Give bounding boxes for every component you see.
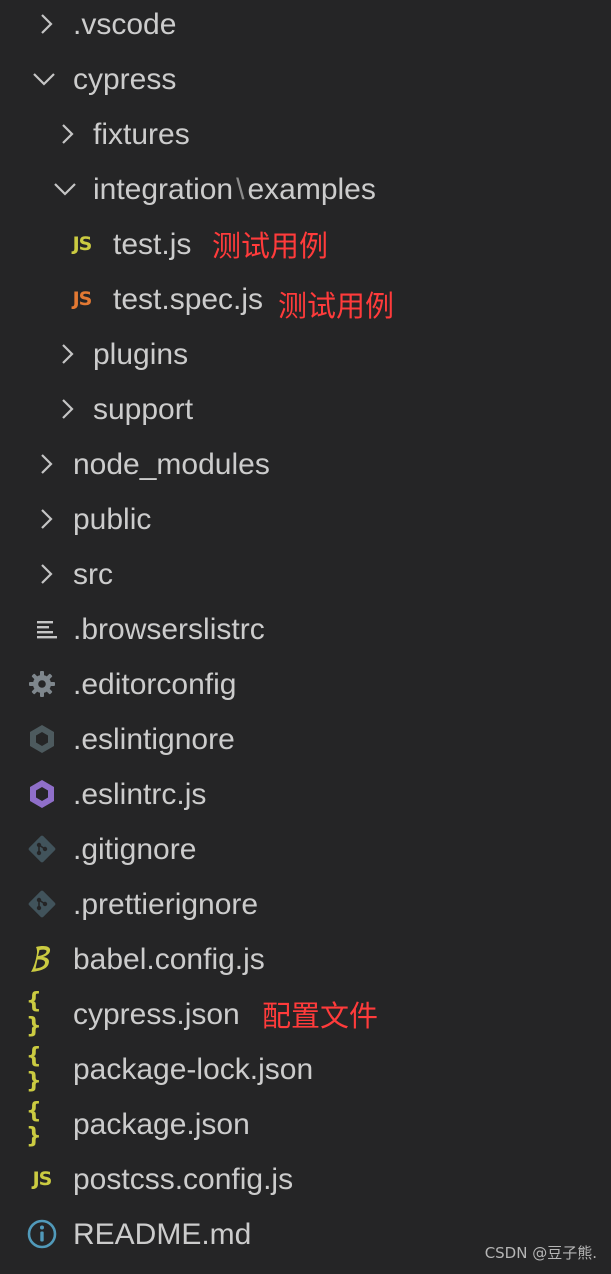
chevron-right-icon: [30, 8, 62, 40]
tree-item-label: node_modules: [73, 448, 270, 481]
json-icon: { }: [26, 1044, 43, 1094]
json-icon: { }: [26, 1099, 43, 1149]
babel-icon: [26, 943, 58, 975]
path-separator: \: [236, 173, 245, 206]
annotation-test-case: 测试用例: [278, 289, 395, 323]
chevron-right-icon: [51, 338, 83, 370]
js-test-icon: JS: [72, 288, 93, 310]
tree-item-postcss-config-js-file[interactable]: JS postcss.config.js: [0, 1155, 611, 1210]
tree-item-vscode-folder[interactable]: .vscode: [0, 0, 611, 55]
tree-item-public-folder[interactable]: public: [0, 495, 611, 550]
tree-item-label: test.spec.js: [113, 283, 264, 316]
json-icon: { }: [26, 989, 43, 1039]
git-icon: [26, 888, 58, 920]
tree-item-editorconfig-file[interactable]: .editorconfig: [0, 660, 611, 715]
info-icon: [26, 1218, 58, 1250]
tree-item-label: README.md: [73, 1218, 252, 1251]
eslint-icon: [26, 778, 58, 810]
list-icon: [30, 613, 62, 645]
chevron-right-icon: [30, 448, 62, 480]
tree-item-plugins-folder[interactable]: plugins: [0, 330, 611, 385]
tree-item-support-folder[interactable]: support: [0, 385, 611, 440]
chevron-right-icon: [51, 393, 83, 425]
tree-item-gitignore-file[interactable]: .gitignore: [0, 825, 611, 880]
tree-item-label: public: [73, 503, 152, 536]
tree-item-label: .eslintrc.js: [73, 778, 207, 811]
tree-item-label: .gitignore: [73, 833, 197, 866]
tree-item-label: integration \ examples: [93, 170, 376, 210]
tree-item-label: plugins: [93, 338, 189, 371]
tree-item-node-modules-folder[interactable]: node_modules: [0, 440, 611, 495]
annotation-test-case: 测试用例: [212, 229, 329, 263]
gear-icon: [26, 668, 58, 700]
tree-item-integration-examples-folder[interactable]: integration \ examples: [0, 165, 611, 220]
tree-item-eslintignore-file[interactable]: .eslintignore: [0, 715, 611, 770]
tree-item-label: src: [73, 558, 113, 591]
git-icon: [26, 833, 58, 865]
tree-item-label: cypress: [73, 63, 177, 96]
tree-item-label: .browserslistrc: [73, 613, 265, 646]
tree-item-test-js-file[interactable]: JS test.js 测试用例: [0, 220, 611, 275]
tree-item-package-lock-json-file[interactable]: { } package-lock.json: [0, 1044, 611, 1100]
tree-item-test-spec-js-file[interactable]: JS test.spec.js 测试用例: [0, 275, 611, 330]
tree-item-label: .vscode: [73, 8, 177, 41]
js-icon: JS: [72, 233, 93, 255]
chevron-down-icon: [28, 63, 60, 95]
chevron-right-icon: [30, 558, 62, 590]
tree-item-label: package-lock.json: [73, 1053, 314, 1086]
folder-name-integration: integration: [93, 173, 234, 206]
tree-item-label: package.json: [73, 1108, 250, 1141]
tree-item-fixtures-folder[interactable]: fixtures: [0, 110, 611, 165]
tree-item-src-folder[interactable]: src: [0, 550, 611, 605]
tree-item-label: .eslintignore: [73, 723, 235, 756]
js-icon: JS: [32, 1168, 53, 1190]
annotation-config-file: 配置文件: [262, 999, 379, 1033]
tree-item-label: .editorconfig: [73, 668, 237, 701]
tree-item-label: .prettierignore: [73, 888, 259, 921]
chevron-right-icon: [51, 118, 83, 150]
eslint-icon: [26, 723, 58, 755]
tree-item-prettierignore-file[interactable]: .prettierignore: [0, 880, 611, 935]
tree-item-cypress-folder[interactable]: cypress: [0, 55, 611, 110]
tree-item-label: postcss.config.js: [73, 1163, 294, 1196]
folder-name-examples: examples: [247, 173, 376, 206]
chevron-right-icon: [30, 503, 62, 535]
tree-item-eslintrc-js-file[interactable]: .eslintrc.js: [0, 770, 611, 825]
tree-item-label: cypress.json: [73, 998, 240, 1031]
tree-item-label: support: [93, 393, 194, 426]
tree-item-package-json-file[interactable]: { } package.json: [0, 1099, 611, 1155]
tree-item-browserslistrc-file[interactable]: .browserslistrc: [0, 605, 611, 660]
tree-item-cypress-json-file[interactable]: { } cypress.json 配置文件: [0, 989, 611, 1045]
chevron-down-icon: [49, 173, 81, 205]
tree-item-label: test.js: [113, 228, 192, 261]
tree-item-babel-config-js-file[interactable]: babel.config.js: [0, 935, 611, 990]
tree-item-label: babel.config.js: [73, 943, 265, 976]
csdn-watermark: CSDN @豆子熊.: [484, 1244, 597, 1262]
tree-item-label: fixtures: [93, 118, 190, 151]
